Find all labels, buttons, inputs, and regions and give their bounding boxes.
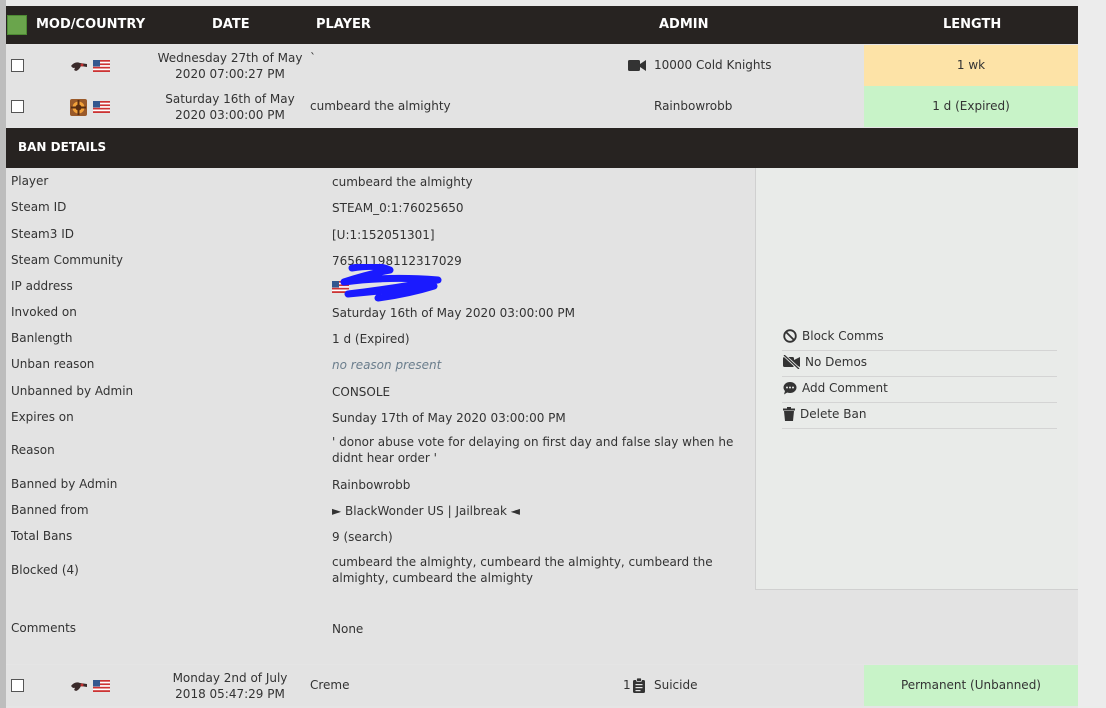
- action-label: No Demos: [805, 355, 868, 369]
- mod-country-cell: [70, 678, 120, 694]
- us-flag-icon: [93, 60, 110, 72]
- detail-label: Steam Community: [11, 253, 124, 267]
- action-label: Delete Ban: [800, 407, 867, 421]
- detail-label: Banned by Admin: [11, 477, 118, 491]
- detail-value: CONSOLE: [332, 385, 391, 399]
- detail-value: Rainbowrobb: [332, 478, 411, 492]
- column-length[interactable]: LENGTH: [943, 6, 1001, 44]
- detail-value: STEAM_0:1:76025650: [332, 201, 464, 215]
- tf2-icon: [70, 99, 87, 116]
- ban-row[interactable]: Wednesday 27th of May 2020 07:00:27 PM `…: [6, 45, 1078, 86]
- detail-value: no reason present: [332, 358, 442, 372]
- admin-name: 10000 Cold Knights: [654, 58, 772, 72]
- detail-label: Blocked (4): [11, 563, 79, 577]
- no-video-icon: [783, 355, 800, 369]
- detail-label: Banned from: [11, 503, 89, 517]
- detail-label: Player: [11, 174, 49, 188]
- detail-value: Sunday 17th of May 2020 03:00:00 PM: [332, 411, 566, 425]
- trash-icon: [783, 407, 795, 421]
- ban-actions-panel: Block Comms No Demos Add Comment Delete …: [755, 168, 1078, 590]
- detail-label: Total Bans: [11, 529, 73, 543]
- block-comms-action[interactable]: Block Comms: [782, 325, 1057, 351]
- player-name: `: [310, 51, 316, 65]
- add-comment-action[interactable]: Add Comment: [782, 377, 1057, 403]
- clipboard-icon[interactable]: [633, 678, 645, 693]
- bans-table-header: MOD/COUNTRY DATE PLAYER ADMIN LENGTH: [6, 6, 1078, 44]
- player-name: Creme: [310, 678, 350, 692]
- ban-details-title: BAN DETAILS: [18, 140, 107, 154]
- row-checkbox[interactable]: [11, 100, 24, 113]
- column-mod-country[interactable]: MOD/COUNTRY: [36, 6, 145, 44]
- gun-icon: [71, 682, 87, 691]
- detail-label: Banlength: [11, 331, 73, 345]
- mod-country-cell: [70, 58, 120, 74]
- detail-label: Unban reason: [11, 357, 95, 371]
- detail-value: cumbeard the almighty: [332, 175, 473, 189]
- ban-length: 1 wk: [864, 45, 1078, 86]
- detail-label: Reason: [11, 443, 55, 457]
- detail-value: 1 d (Expired): [332, 332, 410, 346]
- date-line-1: Wednesday 27th of May: [157, 51, 303, 65]
- us-flag-icon: [93, 680, 110, 692]
- detail-value: Saturday 16th of May 2020 03:00:00 PM: [332, 306, 575, 320]
- ban-row[interactable]: Monday 2nd of July 2018 05:47:29 PM Crem…: [6, 665, 1078, 706]
- comment-icon: [783, 382, 797, 395]
- date-line-1: Monday 2nd of July: [172, 671, 288, 685]
- ban-date: Monday 2nd of July 2018 05:47:29 PM: [152, 670, 308, 702]
- action-label: Add Comment: [802, 381, 888, 395]
- select-all-checkbox[interactable]: [7, 15, 27, 35]
- date-line-2: 2020 03:00:00 PM: [175, 108, 285, 122]
- block-icon: [783, 329, 797, 343]
- detail-label: Expires on: [11, 410, 74, 424]
- action-label: Block Comms: [802, 329, 884, 343]
- date-line-1: Saturday 16th of May: [165, 92, 295, 106]
- detail-value: None: [332, 622, 364, 636]
- column-player[interactable]: PLAYER: [316, 6, 371, 44]
- detail-value: [U:1:152051301]: [332, 228, 435, 242]
- gun-icon: [71, 62, 87, 71]
- detail-value: cumbeard the almighty, cumbeard the almi…: [332, 555, 713, 585]
- us-flag-icon: [93, 101, 110, 113]
- no-demos-action[interactable]: No Demos: [782, 351, 1057, 377]
- ban-date: Saturday 16th of May 2020 03:00:00 PM: [152, 91, 308, 123]
- admin-name: Rainbowrobb: [654, 99, 733, 113]
- page-right-margin: [1078, 0, 1106, 708]
- detail-label: Invoked on: [11, 305, 77, 319]
- ban-details-header: BAN DETAILS: [6, 128, 1078, 168]
- row-checkbox[interactable]: [11, 679, 24, 692]
- detail-label: Unbanned by Admin: [11, 384, 134, 398]
- player-name: cumbeard the almighty: [310, 99, 451, 113]
- redaction-scribble: [340, 264, 442, 302]
- ban-row[interactable]: Saturday 16th of May 2020 03:00:00 PM cu…: [6, 86, 1078, 127]
- ban-length: Permanent (Unbanned): [864, 665, 1078, 706]
- detail-value: ► BlackWonder US | Jailbreak ◄: [332, 504, 521, 518]
- comment-count: 1: [623, 678, 631, 692]
- column-date[interactable]: DATE: [212, 6, 250, 44]
- admin-name: Suicide: [654, 678, 698, 692]
- detail-label: IP address: [11, 279, 73, 293]
- video-camera-icon[interactable]: [628, 59, 646, 72]
- delete-ban-action[interactable]: Delete Ban: [782, 403, 1057, 429]
- ban-date: Wednesday 27th of May 2020 07:00:27 PM: [152, 50, 308, 82]
- mod-country-cell: [70, 99, 120, 116]
- detail-label: Steam ID: [11, 200, 67, 214]
- ban-details-panel: Player cumbeard the almighty Steam ID ST…: [6, 168, 1078, 664]
- total-bans-search-link[interactable]: 9 (search): [332, 529, 752, 545]
- ban-length: 1 d (Expired): [864, 86, 1078, 127]
- row-checkbox[interactable]: [11, 59, 24, 72]
- date-line-2: 2020 07:00:27 PM: [175, 67, 285, 81]
- date-line-2: 2018 05:47:29 PM: [175, 687, 285, 701]
- detail-label: Steam3 ID: [11, 227, 74, 241]
- detail-value: ' donor abuse vote for delaying on first…: [332, 435, 734, 465]
- column-admin[interactable]: ADMIN: [659, 6, 709, 44]
- detail-label: Comments: [11, 621, 77, 635]
